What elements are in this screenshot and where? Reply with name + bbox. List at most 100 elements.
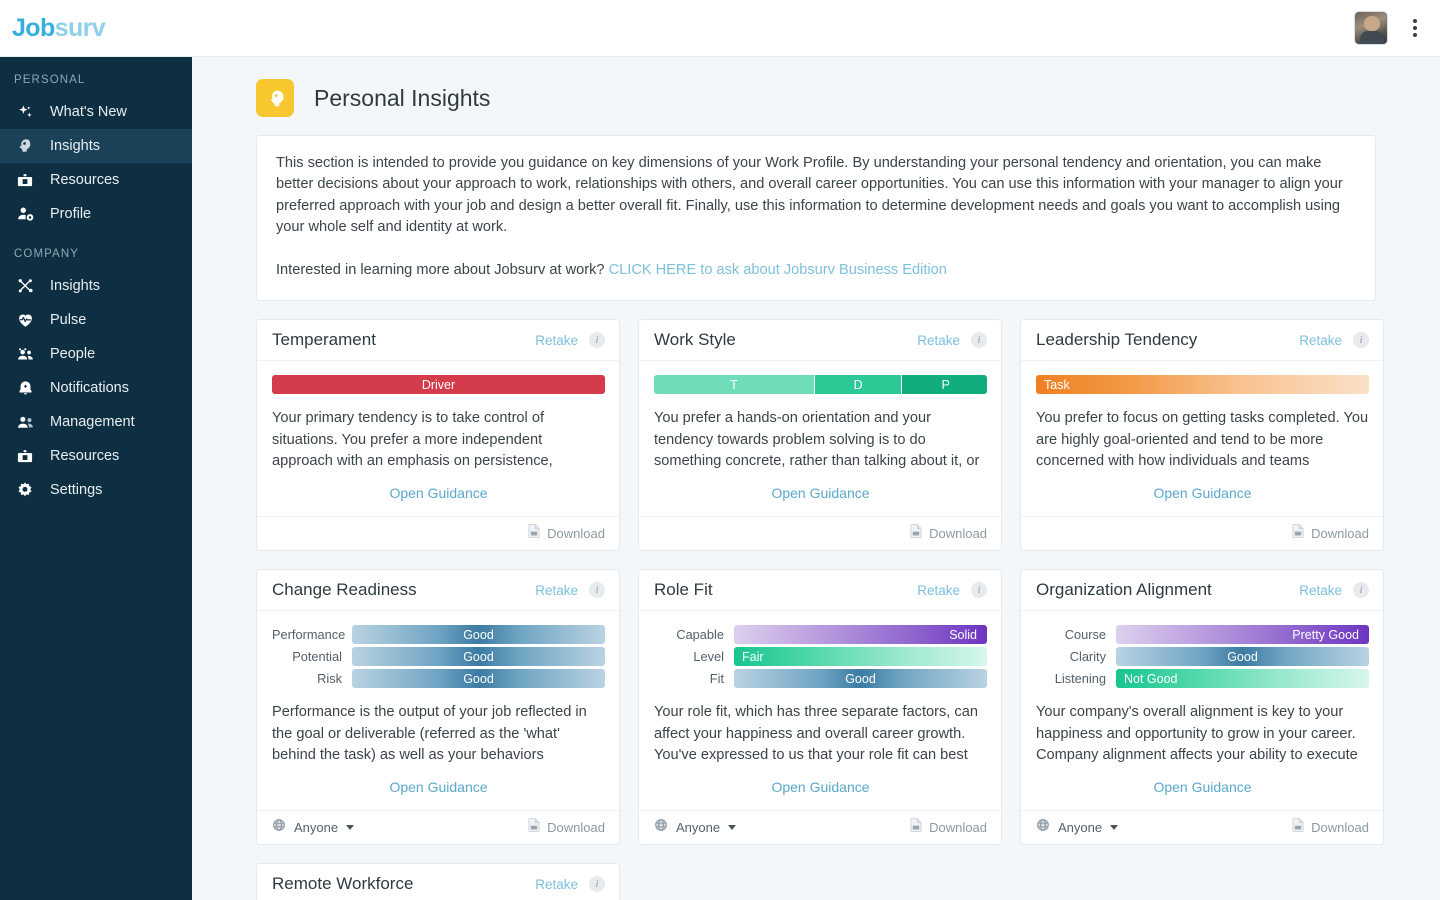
download-button[interactable]: Download — [1292, 818, 1369, 837]
score-bar-track: Good — [352, 669, 605, 689]
top-bar: Jobsurv — [0, 0, 1440, 57]
click-here-link[interactable]: CLICK HERE — [609, 262, 697, 278]
score-bar: Task — [1036, 375, 1369, 395]
score-bar-segment: P — [902, 375, 987, 395]
document-icon — [910, 818, 922, 837]
sidebar-item-label: People — [50, 346, 96, 362]
info-icon[interactable]: i — [971, 582, 987, 599]
avatar[interactable] — [1354, 11, 1388, 45]
info-icon[interactable]: i — [1353, 332, 1369, 349]
sidebar-item-settings[interactable]: Settings — [0, 473, 192, 507]
main-content: Personal Insights This section is intend… — [192, 57, 1440, 900]
download-button[interactable]: Download — [1292, 524, 1369, 543]
sidebar-item-people[interactable]: People — [0, 337, 192, 371]
score-bar-track: Good — [352, 647, 605, 667]
info-icon[interactable]: i — [1353, 582, 1369, 599]
sidebar-item-resources[interactable]: Resources — [0, 163, 192, 197]
open-guidance-link[interactable]: Open Guidance — [654, 766, 987, 810]
retake-link[interactable]: Retake — [1299, 333, 1342, 348]
open-guidance-link[interactable]: Open Guidance — [1036, 766, 1369, 810]
score-bar-segment: T — [654, 375, 814, 395]
business-edition-link[interactable]: to ask about Jobsurv Business Edition — [700, 262, 947, 278]
card-footer: Download — [1021, 516, 1383, 550]
audience-selector[interactable]: Anyone — [272, 818, 355, 837]
overflow-menu-icon[interactable] — [1404, 11, 1426, 45]
chevron-down-icon — [346, 825, 355, 831]
sidebar-item-resources[interactable]: Resources — [0, 439, 192, 473]
card-body: Performance Good Potential Good Risk Good Perf… — [257, 611, 619, 810]
card-footer: Download — [257, 516, 619, 550]
info-icon[interactable]: i — [589, 332, 605, 349]
score-bar-row: Clarity Good — [1036, 647, 1369, 667]
audience-selector[interactable]: Anyone — [1036, 818, 1119, 837]
retake-link[interactable]: Retake — [1299, 583, 1342, 598]
open-guidance-link[interactable]: Open Guidance — [1036, 472, 1369, 516]
sidebar-item-label: Insights — [50, 138, 100, 154]
score-bar-row-label: Fit — [709, 671, 724, 687]
score-bar-track: Good — [1116, 647, 1369, 667]
bell-icon — [14, 378, 36, 398]
score-bar-track: Pretty Good — [1116, 625, 1369, 645]
download-label: Download — [929, 526, 987, 542]
document-icon — [1292, 524, 1304, 543]
card-header-actions: Retake i — [1299, 332, 1369, 349]
score-bar-row-label: Level — [693, 649, 724, 665]
download-button[interactable]: Download — [910, 524, 987, 543]
card-description: Your company's overall alignment is key … — [1036, 704, 1358, 763]
audience-selector[interactable]: Anyone — [654, 818, 737, 837]
card-header-actions: Retake i — [535, 332, 605, 349]
download-button[interactable]: Download — [528, 524, 605, 543]
brand-logo-part1: Job — [12, 13, 55, 42]
score-bar-row-label: Risk — [317, 671, 342, 687]
sidebar-item-pulse[interactable]: Pulse — [0, 303, 192, 337]
download-label: Download — [547, 526, 605, 542]
lightbulb-head-icon — [256, 79, 294, 117]
score-bar-row-label: Clarity — [1069, 649, 1106, 665]
sidebar: PERSONAL What's New Insights Resources Profi… — [0, 57, 192, 900]
open-guidance-link[interactable]: Open Guidance — [272, 766, 605, 810]
sidebar-item-management[interactable]: Management — [0, 405, 192, 439]
retake-link[interactable]: Retake — [917, 333, 960, 348]
card-title: Remote Workforce — [272, 874, 414, 894]
score-bar-value: Pretty Good — [1292, 627, 1359, 642]
score-bar-row-label: Performance — [272, 627, 346, 643]
card-title: Organization Alignment — [1036, 580, 1212, 600]
card-header-actions: Retake i — [1299, 582, 1369, 599]
download-button[interactable]: Download — [528, 818, 605, 837]
info-icon[interactable]: i — [589, 582, 605, 599]
download-button[interactable]: Download — [910, 818, 987, 837]
retake-link[interactable]: Retake — [917, 583, 960, 598]
sidebar-item-label: Pulse — [50, 312, 87, 328]
score-bar-row-label: Potential — [292, 649, 342, 665]
download-label: Download — [929, 820, 987, 836]
score-bar-track: Fair — [734, 647, 987, 667]
card-title: Work Style — [654, 330, 736, 350]
chevron-down-icon — [1110, 825, 1119, 831]
retake-link[interactable]: Retake — [535, 583, 578, 598]
sidebar-item-profile[interactable]: Profile — [0, 197, 192, 231]
sidebar-item-insights[interactable]: Insights — [0, 129, 192, 163]
info-icon[interactable]: i — [971, 332, 987, 349]
sidebar-item-insights[interactable]: Insights — [0, 269, 192, 303]
intro-paragraph: This section is intended to provide you … — [276, 155, 1343, 235]
card-description: Your role fit, which has three separate … — [654, 704, 978, 763]
card-header: Remote Workforce Retake i — [257, 864, 619, 900]
score-bar-row: Capable Solid — [654, 625, 987, 645]
top-bar-actions — [1354, 11, 1440, 45]
score-bar-value: Good — [463, 671, 494, 686]
score-bar-track: Good — [352, 625, 605, 645]
score-bar-value: Fair — [742, 649, 764, 664]
info-icon[interactable]: i — [589, 876, 605, 893]
sidebar-item-notifications[interactable]: Notifications — [0, 371, 192, 405]
card-title: Temperament — [272, 330, 376, 350]
open-guidance-link[interactable]: Open Guidance — [272, 472, 605, 516]
insight-card: Remote WorkforceRetakeiEnvironmentPretty… — [256, 863, 620, 900]
intro-question: Interested in learning more about Jobsur… — [276, 262, 605, 279]
sidebar-item-label: Resources — [50, 172, 120, 188]
open-guidance-link[interactable]: Open Guidance — [654, 472, 987, 516]
retake-link[interactable]: Retake — [535, 333, 578, 348]
brand-logo[interactable]: Jobsurv — [0, 14, 192, 43]
sidebar-item-what-s-new[interactable]: What's New — [0, 95, 192, 129]
retake-link[interactable]: Retake — [535, 877, 578, 892]
card-description: You prefer to focus on getting tasks com… — [1036, 410, 1369, 470]
